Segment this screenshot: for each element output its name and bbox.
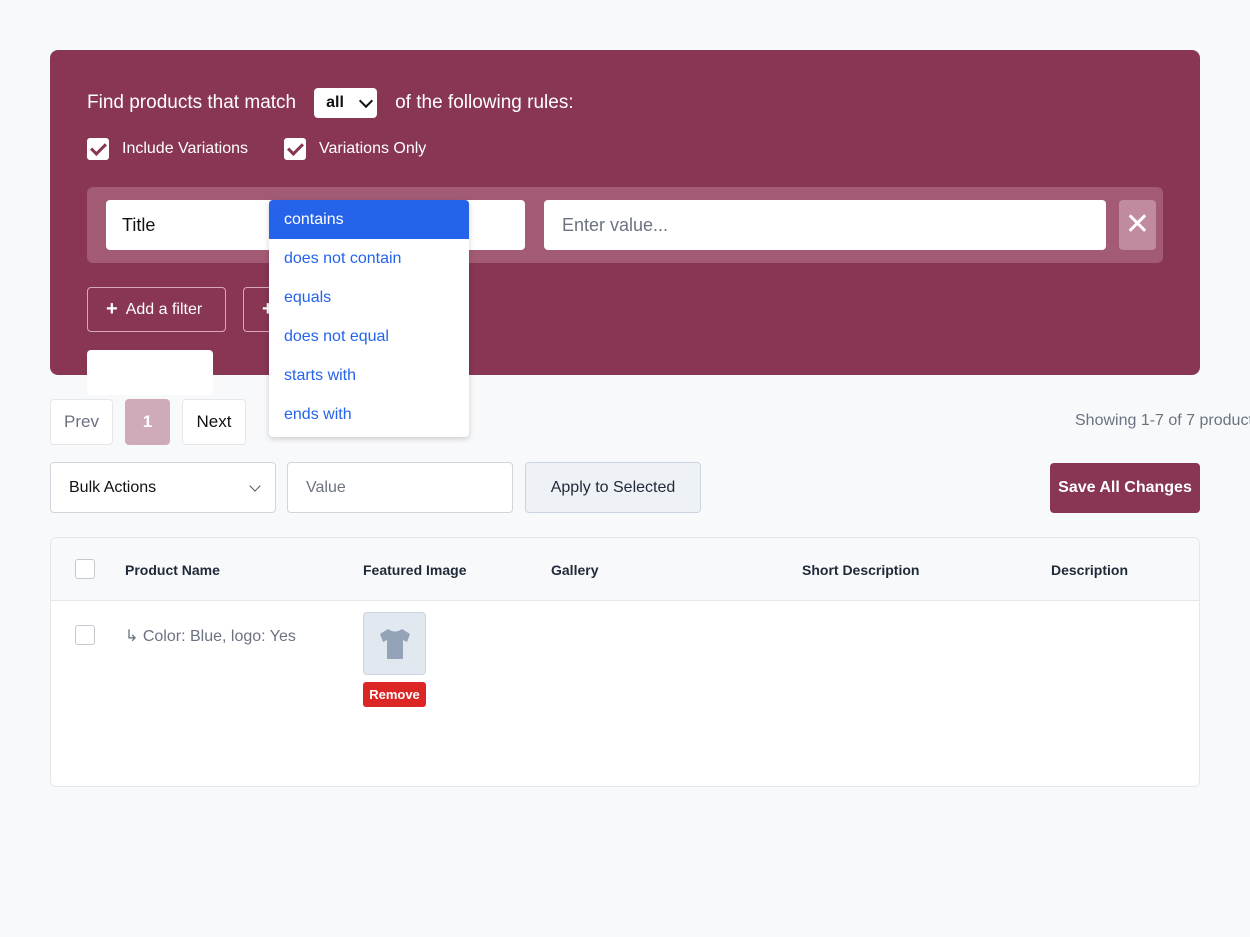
rule-value-input[interactable] (544, 200, 1106, 250)
header-description: Description (1051, 562, 1129, 578)
header-gallery: Gallery (551, 562, 599, 578)
select-all-checkbox[interactable] (75, 559, 95, 579)
page-1-button[interactable]: 1 (125, 399, 170, 445)
bulk-value-input[interactable] (287, 462, 513, 513)
showing-count: Showing 1-7 of 7 products (1075, 412, 1250, 429)
variation-options: Include Variations Variations Only (87, 137, 462, 161)
remove-image-button[interactable]: Remove (363, 682, 426, 707)
variation-name: ↳ Color: Blue, logo: Yes (125, 628, 296, 645)
operator-option-starts-with[interactable]: starts with (269, 356, 469, 395)
plus-icon: + (106, 298, 118, 320)
table-header: Product Name Featured Image Gallery Shor… (51, 538, 1199, 601)
checkbox-checked-icon[interactable] (87, 138, 109, 160)
match-row: Find products that match all of the foll… (87, 87, 574, 118)
add-filter-label: Add a filter (125, 300, 203, 318)
header-short-description: Short Description (802, 562, 920, 578)
next-page-button[interactable]: Next (182, 399, 246, 445)
add-filter-popup (87, 350, 213, 395)
chevron-down-icon (359, 93, 374, 108)
featured-image-thumbnail[interactable] (363, 612, 426, 675)
operator-option-equals[interactable]: equals (269, 278, 469, 317)
include-variations-label: Include Variations (122, 140, 248, 157)
include-variations-checkbox[interactable]: Include Variations (87, 138, 248, 160)
tshirt-icon (379, 628, 410, 659)
checkbox-checked-icon[interactable] (284, 138, 306, 160)
match-select-value: all (326, 93, 344, 111)
variations-only-label: Variations Only (319, 140, 427, 157)
filter-rule-row: Title ✕ (87, 187, 1163, 263)
bulk-actions-label: Bulk Actions (69, 478, 157, 496)
operator-option-does-not-contain[interactable]: does not contain (269, 239, 469, 278)
close-icon: ✕ (1124, 208, 1151, 241)
remove-rule-button[interactable]: ✕ (1119, 200, 1156, 250)
save-all-changes-button[interactable]: Save All Changes (1050, 463, 1200, 513)
header-product-name: Product Name (125, 562, 220, 578)
row-checkbox[interactable] (75, 625, 95, 645)
rule-field-value: Title (122, 214, 156, 235)
products-table: Product Name Featured Image Gallery Shor… (50, 537, 1200, 787)
match-select[interactable]: all (314, 87, 378, 118)
match-prefix: Find products that match (87, 91, 297, 113)
bulk-actions-select[interactable]: Bulk Actions (50, 462, 276, 513)
operator-option-does-not-equal[interactable]: does not equal (269, 317, 469, 356)
operator-option-contains[interactable]: contains (269, 200, 469, 239)
filter-panel: Find products that match all of the foll… (50, 50, 1200, 395)
add-filter-button[interactable]: + Add a filter (87, 287, 226, 332)
checkmark-icon (286, 139, 304, 156)
header-featured-image: Featured Image (363, 562, 467, 578)
variations-only-checkbox[interactable]: Variations Only (284, 138, 426, 160)
operator-dropdown[interactable]: contains does not contain equals does no… (269, 200, 469, 437)
prev-page-button[interactable]: Prev (50, 399, 113, 445)
apply-to-selected-button[interactable]: Apply to Selected (525, 462, 701, 513)
match-suffix: of the following rules: (395, 91, 574, 113)
chevron-down-icon (249, 479, 261, 492)
checkmark-icon (89, 139, 107, 156)
operator-option-ends-with[interactable]: ends with (269, 395, 469, 434)
